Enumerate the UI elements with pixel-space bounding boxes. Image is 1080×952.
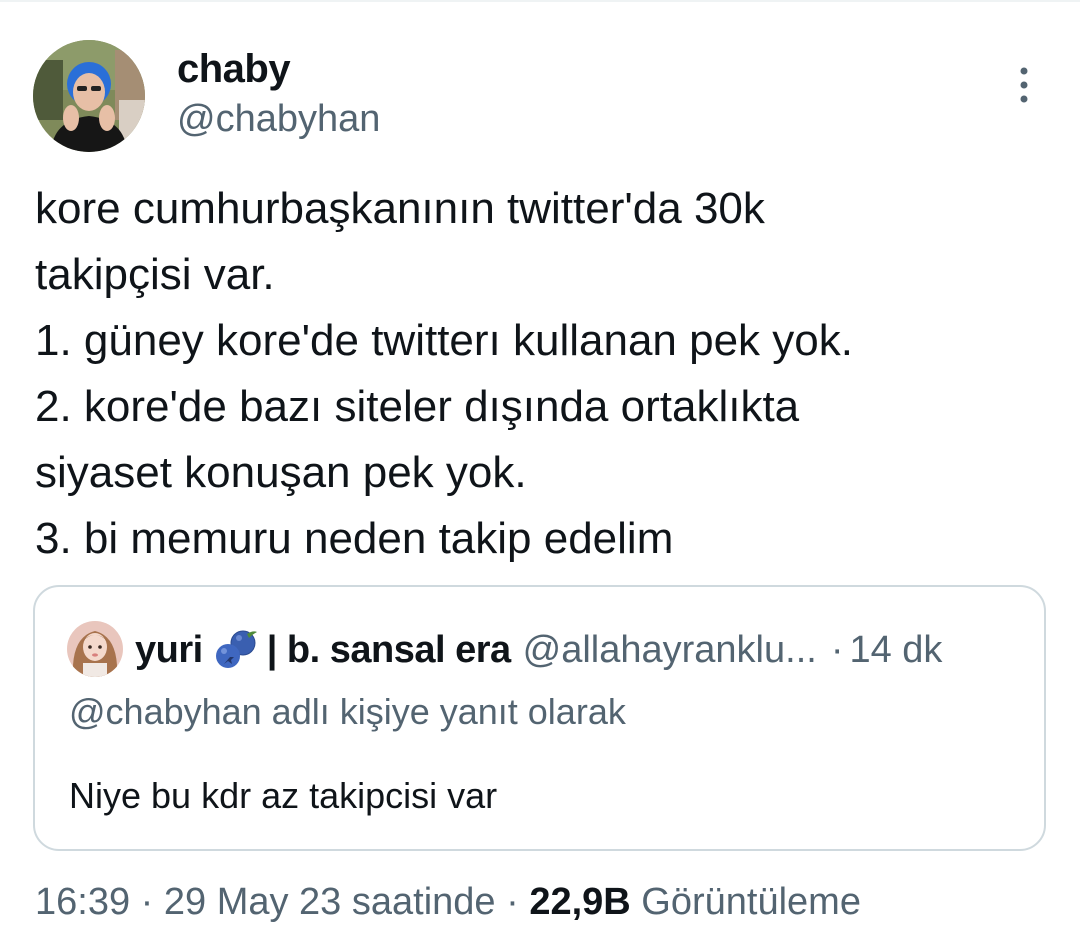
- quote-author-avatar[interactable]: [67, 621, 123, 677]
- tweet-text-line: 1. güney kore'de twitterı kullanan pek y…: [35, 316, 853, 365]
- tweet-text-line: takipçisi var.: [35, 250, 275, 299]
- author-display-name[interactable]: chaby: [177, 44, 291, 94]
- tweet-meta: 16:39 · 29 May 23 saatinde · 22,9B Görün…: [35, 877, 861, 927]
- tweet-time[interactable]: 16:39: [35, 881, 130, 923]
- meta-separator: ·: [506, 881, 519, 923]
- tweet-text-line: siyaset konuşan pek yok.: [35, 448, 527, 497]
- views-label[interactable]: Görüntüleme: [641, 881, 861, 923]
- tweet-text: kore cumhurbaşkanının twitter'da 30k tak…: [35, 176, 1045, 572]
- quote-timestamp[interactable]: 14 dk: [849, 625, 942, 675]
- quoted-tweet-card[interactable]: yuri | b. sansal era @allahayranklu... ·…: [33, 585, 1046, 851]
- quote-reply-context: @chabyhan adlı kişiye yanıt olarak: [69, 691, 626, 732]
- views-count[interactable]: 22,9B: [529, 881, 630, 923]
- tweet-date[interactable]: 29 May 23 saatinde: [164, 881, 496, 923]
- tweet-detail: chaby @chabyhan kore cumhurbaşkanının tw…: [0, 0, 1080, 952]
- quote-text: Niye bu kdr az takipcisi var: [69, 775, 498, 816]
- profile-photo-icon: [33, 40, 145, 152]
- author-avatar[interactable]: [33, 40, 145, 152]
- quote-author-name-suffix[interactable]: | b. sansal era: [267, 625, 511, 675]
- quote-author-name[interactable]: yuri: [135, 625, 203, 675]
- quote-profile-photo-icon: [67, 621, 123, 677]
- quote-author-handle[interactable]: @allahayranklu...: [523, 625, 817, 675]
- quote-separator: ·: [830, 629, 844, 671]
- meta-separator: ·: [140, 881, 154, 923]
- tweet-text-line: kore cumhurbaşkanının twitter'da 30k: [35, 184, 765, 233]
- tweet-text-line: 3. bi memuru neden takip edelim: [35, 514, 674, 563]
- tweet-text-line: 2. kore'de bazı siteler dışında ortaklık…: [35, 382, 800, 431]
- more-vertical-icon[interactable]: [1006, 64, 1042, 106]
- author-handle[interactable]: @chabyhan: [177, 96, 380, 142]
- quote-header: yuri | b. sansal era @allahayranklu... ·…: [135, 625, 942, 675]
- blueberries-icon: [213, 629, 259, 671]
